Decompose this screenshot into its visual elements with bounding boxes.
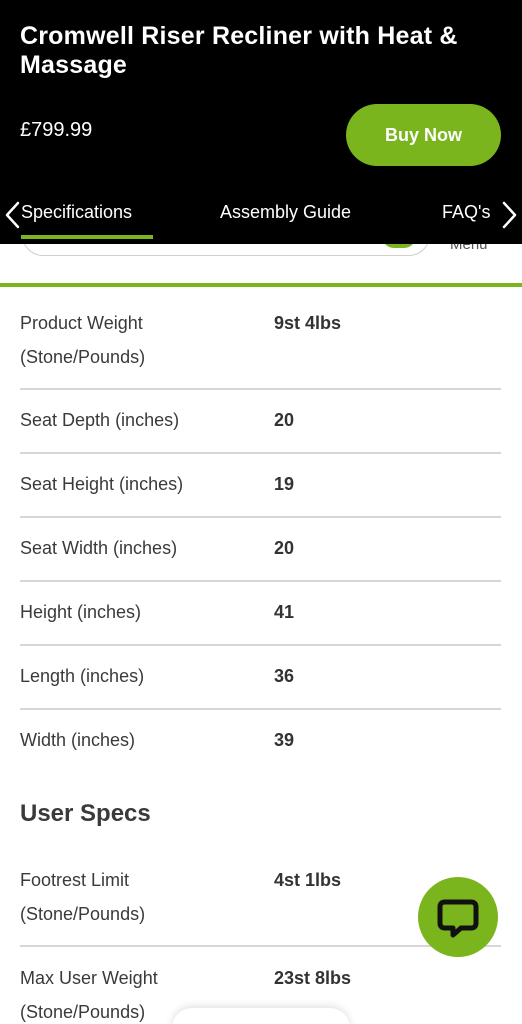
chevron-right-icon[interactable] [498,200,520,230]
table-row: Width (inches) 39 [20,723,501,763]
spec-value: 39 [274,730,295,750]
spec-value: 23st 8lbs [274,968,352,988]
spec-value: 9st 4lbs [274,313,342,333]
spec-label: Seat Depth (inches) [20,410,180,430]
spec-label: Seat Width (inches) [20,538,178,558]
tab-assembly-guide[interactable]: Assembly Guide [220,202,351,223]
tab-bar: Specifications Assembly Guide FAQ's [0,196,522,244]
spec-label: Width (inches) [20,730,136,750]
table-row: Seat Depth (inches) 20 [20,403,501,454]
buy-now-button[interactable]: Buy Now [346,104,501,166]
product-header: Cromwell Riser Recliner with Heat & Mass… [0,0,522,244]
spec-label: Length (inches) [20,666,145,686]
product-title: Cromwell Riser Recliner with Heat & Mass… [20,22,458,79]
table-row: Length (inches) 36 [20,659,501,710]
user-specs-heading: User Specs [20,800,151,827]
spec-value: 20 [274,538,295,558]
spec-label: Height (inches) [20,602,142,622]
spec-value: 20 [274,410,295,430]
chat-button[interactable] [418,877,498,957]
scrolled-search-bar: Menu [0,244,522,262]
table-row: Seat Height (inches) 19 [20,467,501,518]
table-row: Product Weight (Stone/Pounds) 9st 4lbs [20,306,501,390]
spec-label: Seat Height (inches) [20,474,184,494]
product-price: £799.99 [20,119,93,141]
spec-label: Product Weight (Stone/Pounds) [20,313,146,367]
spec-label: Footrest Limit (Stone/Pounds) [20,870,146,924]
spec-value: 41 [274,602,295,622]
tab-specifications[interactable]: Specifications [21,202,132,223]
table-row: Height (inches) 41 [20,595,501,646]
spec-value: 19 [274,474,295,494]
spec-value: 4st 1lbs [274,870,342,890]
menu-label[interactable]: Menu [450,244,488,253]
section-divider [0,283,522,287]
search-input[interactable] [22,244,430,256]
bottom-floating-bar[interactable] [172,1008,350,1024]
table-row: Seat Width (inches) 20 [20,531,501,582]
spec-value: 36 [274,666,295,686]
tab-faqs[interactable]: FAQ's [442,202,490,223]
active-tab-indicator [21,235,153,239]
